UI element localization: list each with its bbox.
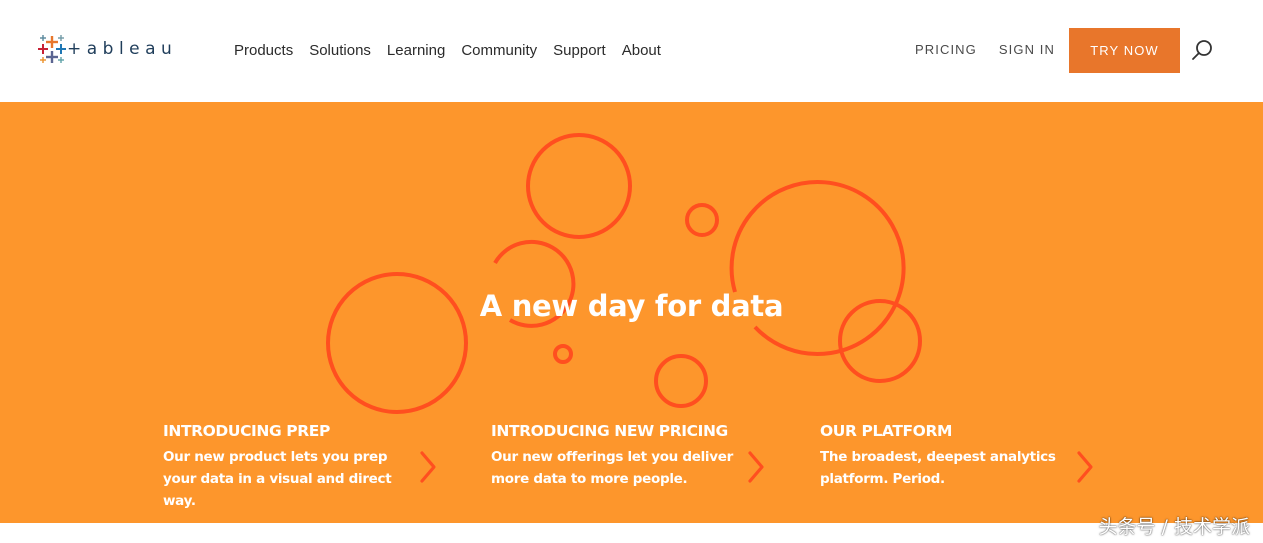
tableau-logo-icon [38,35,66,63]
nav-about[interactable]: About [622,42,661,59]
decor-arc-large [729,180,906,357]
feature-description: Our new product lets you prep your data … [163,449,392,509]
nav-community[interactable]: Community [461,42,537,59]
feature-title: INTRODUCING NEW PRICING [491,422,728,440]
page-bottom-area [0,523,1263,543]
try-now-button[interactable]: TRY NOW [1069,28,1180,73]
decor-circle [553,344,573,364]
decor-circle [685,203,719,237]
chevron-right-icon [1077,451,1093,483]
sign-in-link[interactable]: SIGN IN [999,42,1055,57]
hero-banner: A new day for data INTRODUCING PREP Our … [0,102,1263,523]
nav-products[interactable]: Products [234,42,293,59]
feature-description: The broadest, deepest analytics platform… [820,449,1056,487]
utility-nav: PRICING SIGN IN [915,42,1055,57]
chevron-right-icon [748,451,764,483]
search-icon[interactable] [1190,38,1214,62]
nav-support[interactable]: Support [553,42,606,59]
tableau-wordmark: +ableau [67,39,177,59]
decor-circle [654,354,708,408]
nav-solutions[interactable]: Solutions [309,42,371,59]
watermark: 头条号 / 技术学派 [1098,516,1250,538]
feature-our-platform[interactable]: OUR PLATFORM The broadest, deepest analy… [820,422,1110,490]
hero-title: A new day for data [479,289,784,324]
feature-description: Our new offerings let you deliver more d… [491,449,733,487]
svg-text:+ableau: +ableau [67,39,177,59]
pricing-link[interactable]: PRICING [915,42,977,57]
tableau-logo[interactable]: +ableau [37,33,179,65]
feature-title: INTRODUCING PREP [163,422,330,440]
chevron-right-icon [420,451,436,483]
feature-introducing-new-pricing[interactable]: INTRODUCING NEW PRICING Our new offering… [491,422,781,490]
feature-title: OUR PLATFORM [820,422,953,440]
decor-circle [526,133,632,239]
main-nav: Products Solutions Learning Community Su… [234,42,661,59]
nav-learning[interactable]: Learning [387,42,445,59]
feature-introducing-prep[interactable]: INTRODUCING PREP Our new product lets yo… [163,422,453,512]
site-header: +ableau Products Solutions Learning Comm… [0,0,1263,102]
